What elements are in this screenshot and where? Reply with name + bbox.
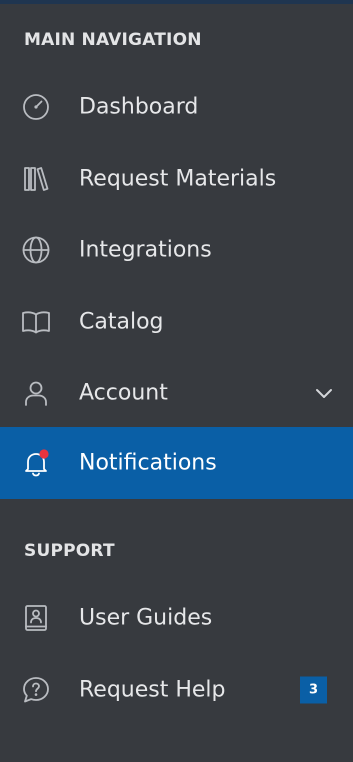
sidebar-item-label: Account bbox=[79, 380, 168, 406]
sidebar-item-account[interactable]: Account bbox=[0, 357, 353, 429]
sidebar-item-request-help[interactable]: Request Help 3 bbox=[0, 654, 353, 726]
user-icon bbox=[20, 377, 52, 409]
sidebar-item-dashboard[interactable]: Dashboard bbox=[0, 71, 353, 143]
main-navigation-header: MAIN NAVIGATION bbox=[24, 30, 202, 50]
bell-icon bbox=[20, 447, 52, 479]
sidebar-item-label: Integrations bbox=[79, 237, 212, 263]
sidebar-item-label: Dashboard bbox=[79, 94, 199, 120]
sidebar-item-request-materials[interactable]: Request Materials bbox=[0, 143, 353, 215]
unread-dot bbox=[39, 449, 49, 459]
contact-book-icon bbox=[20, 602, 52, 634]
globe-icon bbox=[20, 234, 52, 266]
books-icon bbox=[20, 163, 52, 195]
sidebar-item-catalog[interactable]: Catalog bbox=[0, 286, 353, 358]
sidebar-item-integrations[interactable]: Integrations bbox=[0, 214, 353, 286]
sidebar-item-label: Request Help bbox=[79, 677, 226, 703]
dashboard-gauge-icon bbox=[20, 91, 52, 123]
open-book-icon bbox=[20, 306, 52, 338]
sidebar-item-label: Notifications bbox=[79, 450, 217, 476]
sidebar-item-user-guides[interactable]: User Guides bbox=[0, 582, 353, 654]
help-chat-icon bbox=[20, 674, 52, 706]
sidebar-nav: MAIN NAVIGATION Dashboard Request Materi… bbox=[0, 0, 353, 762]
count-badge: 3 bbox=[300, 676, 327, 704]
chevron-down-icon[interactable] bbox=[313, 382, 335, 404]
sidebar-item-label: Catalog bbox=[79, 309, 164, 335]
support-header: SUPPORT bbox=[24, 541, 115, 561]
top-divider bbox=[0, 0, 353, 4]
sidebar-item-notifications[interactable]: Notifications bbox=[0, 427, 353, 499]
sidebar-item-label: User Guides bbox=[79, 605, 213, 631]
sidebar-item-label: Request Materials bbox=[79, 166, 277, 192]
